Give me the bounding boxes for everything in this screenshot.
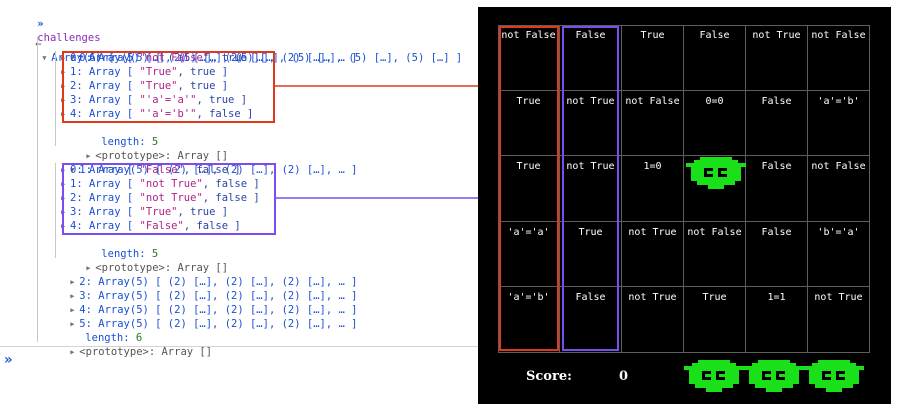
score-value: 0 [619,369,629,384]
life-monster-icon [804,360,864,392]
game-board: not False False True False not True not False… [478,7,891,404]
monster-icon [686,157,746,189]
column-highlight-purple [562,26,619,351]
score-label: Score: [526,369,572,384]
column-highlight-red [499,26,559,351]
life-monster-icon [684,360,744,392]
life-monster-icon [744,360,804,392]
